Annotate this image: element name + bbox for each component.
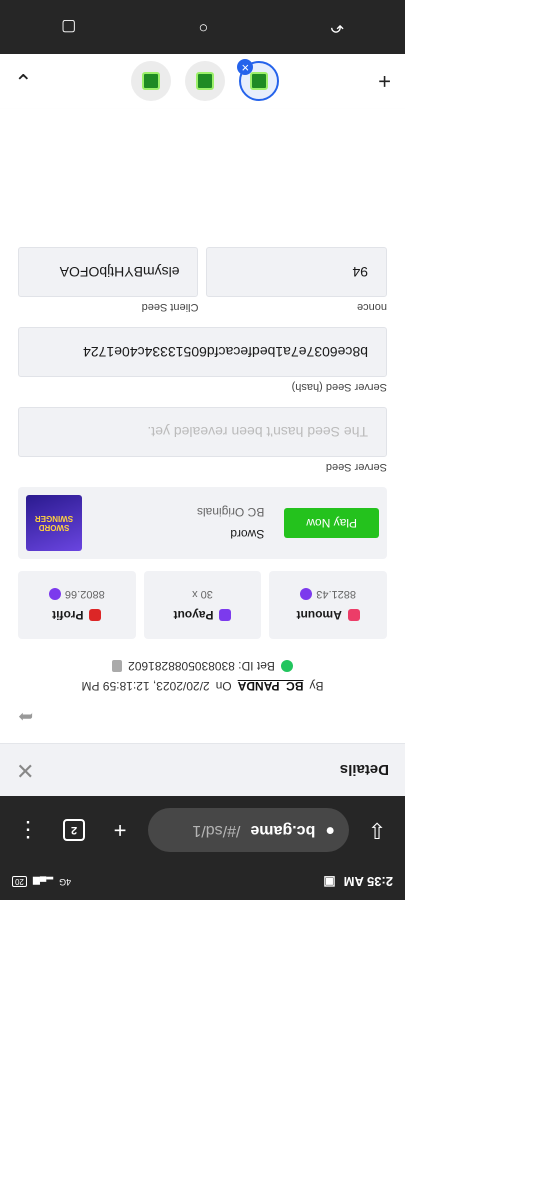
details-header: Details ✕ <box>0 743 405 796</box>
screenshot-icon: ▣ <box>323 875 336 890</box>
bet-id: Bet ID: 8308305088281602 <box>128 659 275 673</box>
verified-icon <box>280 660 293 672</box>
server-seed-hash-field: Server Seed (hash) b8ce6037e7a1bedfecacf… <box>18 327 387 393</box>
copy-icon[interactable] <box>112 660 123 672</box>
tab-favicon[interactable] <box>185 61 226 101</box>
client-seed-label: Client Seed <box>141 301 199 313</box>
details-title: Details <box>339 761 389 779</box>
stat-profit: Profit 8802.66 <box>17 571 136 639</box>
tab-strip: + ✕ ⌄ <box>0 53 405 108</box>
bet-datetime: 2/20/2023, 12:18:59 PM <box>81 679 210 693</box>
amount-icon <box>347 609 360 621</box>
screen: 2:35 AM ▣ 4G ▂▄▆ 20 ⇩ ● bc.game /#/sd/1 +… <box>0 0 405 900</box>
signal-icon: ▂▄▆ <box>32 877 54 888</box>
battery-icon: 20 <box>12 876 27 888</box>
url-path: /#/sd/1 <box>192 822 241 839</box>
tab-favicon[interactable] <box>131 61 172 101</box>
add-tab-icon[interactable]: + <box>378 68 391 94</box>
clock: 2:35 AM <box>343 874 393 890</box>
payout-icon <box>219 609 232 621</box>
bc-game-icon <box>142 72 161 90</box>
stat-label: Amount <box>296 608 342 622</box>
recents-icon[interactable]: ▢ <box>61 17 76 37</box>
client-seed-field: Client Seed elsymBYHtjbOFOA <box>18 247 199 313</box>
bc-game-icon <box>250 72 269 90</box>
status-bar: 2:35 AM ▣ 4G ▂▄▆ 20 <box>0 864 405 900</box>
stat-amount: Amount 8821.43 <box>269 571 387 639</box>
server-seed-field: Server Seed The Seed hasn't been reveale… <box>18 407 387 473</box>
close-icon[interactable]: ✕ <box>16 757 34 783</box>
lock-icon: ● <box>325 822 335 839</box>
bc-game-icon <box>196 72 215 90</box>
game-card: Play Now Sword BC Originals SWORD SWINGE… <box>18 487 387 559</box>
bet-stats: Amount 8821.43 Payout 30 x Profit 8802.6… <box>17 571 387 639</box>
chevron-down-icon[interactable]: ⌄ <box>14 68 32 94</box>
share-icon[interactable]: ➦ <box>18 699 387 727</box>
coin-icon <box>300 588 313 600</box>
details-content: ➦ By BC_PANDA On 2/20/2023, 12:18:59 PM … <box>0 231 405 743</box>
back-icon[interactable]: ↶ <box>330 17 343 37</box>
stat-value: 30 x <box>192 588 213 600</box>
stat-value: 8821.43 <box>316 588 357 600</box>
nonce-field: nonce 94 <box>206 247 387 313</box>
server-seed-hash-label: Server Seed (hash) <box>291 381 387 393</box>
server-seed-hash-input[interactable]: b8ce6037e7a1bedfecacfd60513334c40e1724 <box>18 327 387 377</box>
stat-value: 8802.66 <box>64 588 105 600</box>
coin-icon <box>48 588 61 600</box>
game-category: BC Originals <box>196 505 265 519</box>
game-name: Sword <box>230 527 265 541</box>
client-seed-input[interactable]: elsymBYHtjbOFOA <box>18 247 199 297</box>
download-icon[interactable]: ⇩ <box>359 812 395 848</box>
tab-count: 2 <box>63 819 85 841</box>
nonce-input[interactable]: 94 <box>206 247 387 297</box>
more-menu-icon[interactable]: ⋮ <box>10 812 46 848</box>
home-icon[interactable]: ○ <box>199 18 209 36</box>
system-nav-bar: ↶ ○ ▢ <box>0 0 405 54</box>
server-seed-input[interactable]: The Seed hasn't been revealed yet. <box>18 407 387 457</box>
stat-label: Payout <box>173 608 214 622</box>
browser-toolbar: ⇩ ● bc.game /#/sd/1 + 2 ⋮ <box>0 796 405 864</box>
stat-label: Profit <box>52 608 84 622</box>
game-thumbnail[interactable]: SWORD SWINGER <box>26 495 82 551</box>
network-label: 4G <box>59 877 72 887</box>
tab-switcher-button[interactable]: 2 <box>56 812 92 848</box>
on-label: On <box>215 679 232 693</box>
new-tab-button[interactable]: + <box>102 812 138 848</box>
bet-user-link[interactable]: BC_PANDA <box>238 679 304 693</box>
by-label: By <box>309 679 324 693</box>
nonce-label: nonce <box>357 301 387 313</box>
stat-payout: Payout 30 x <box>143 571 262 639</box>
address-bar[interactable]: ● bc.game /#/sd/1 <box>148 808 349 852</box>
profit-icon <box>89 609 102 621</box>
tab-favicon-active[interactable]: ✕ <box>237 59 280 101</box>
server-seed-label: Server Seed <box>325 461 387 473</box>
bet-info: By BC_PANDA On 2/20/2023, 12:18:59 PM Be… <box>18 659 387 693</box>
play-now-button[interactable]: Play Now <box>284 508 379 538</box>
url-host: bc.game <box>250 822 316 839</box>
